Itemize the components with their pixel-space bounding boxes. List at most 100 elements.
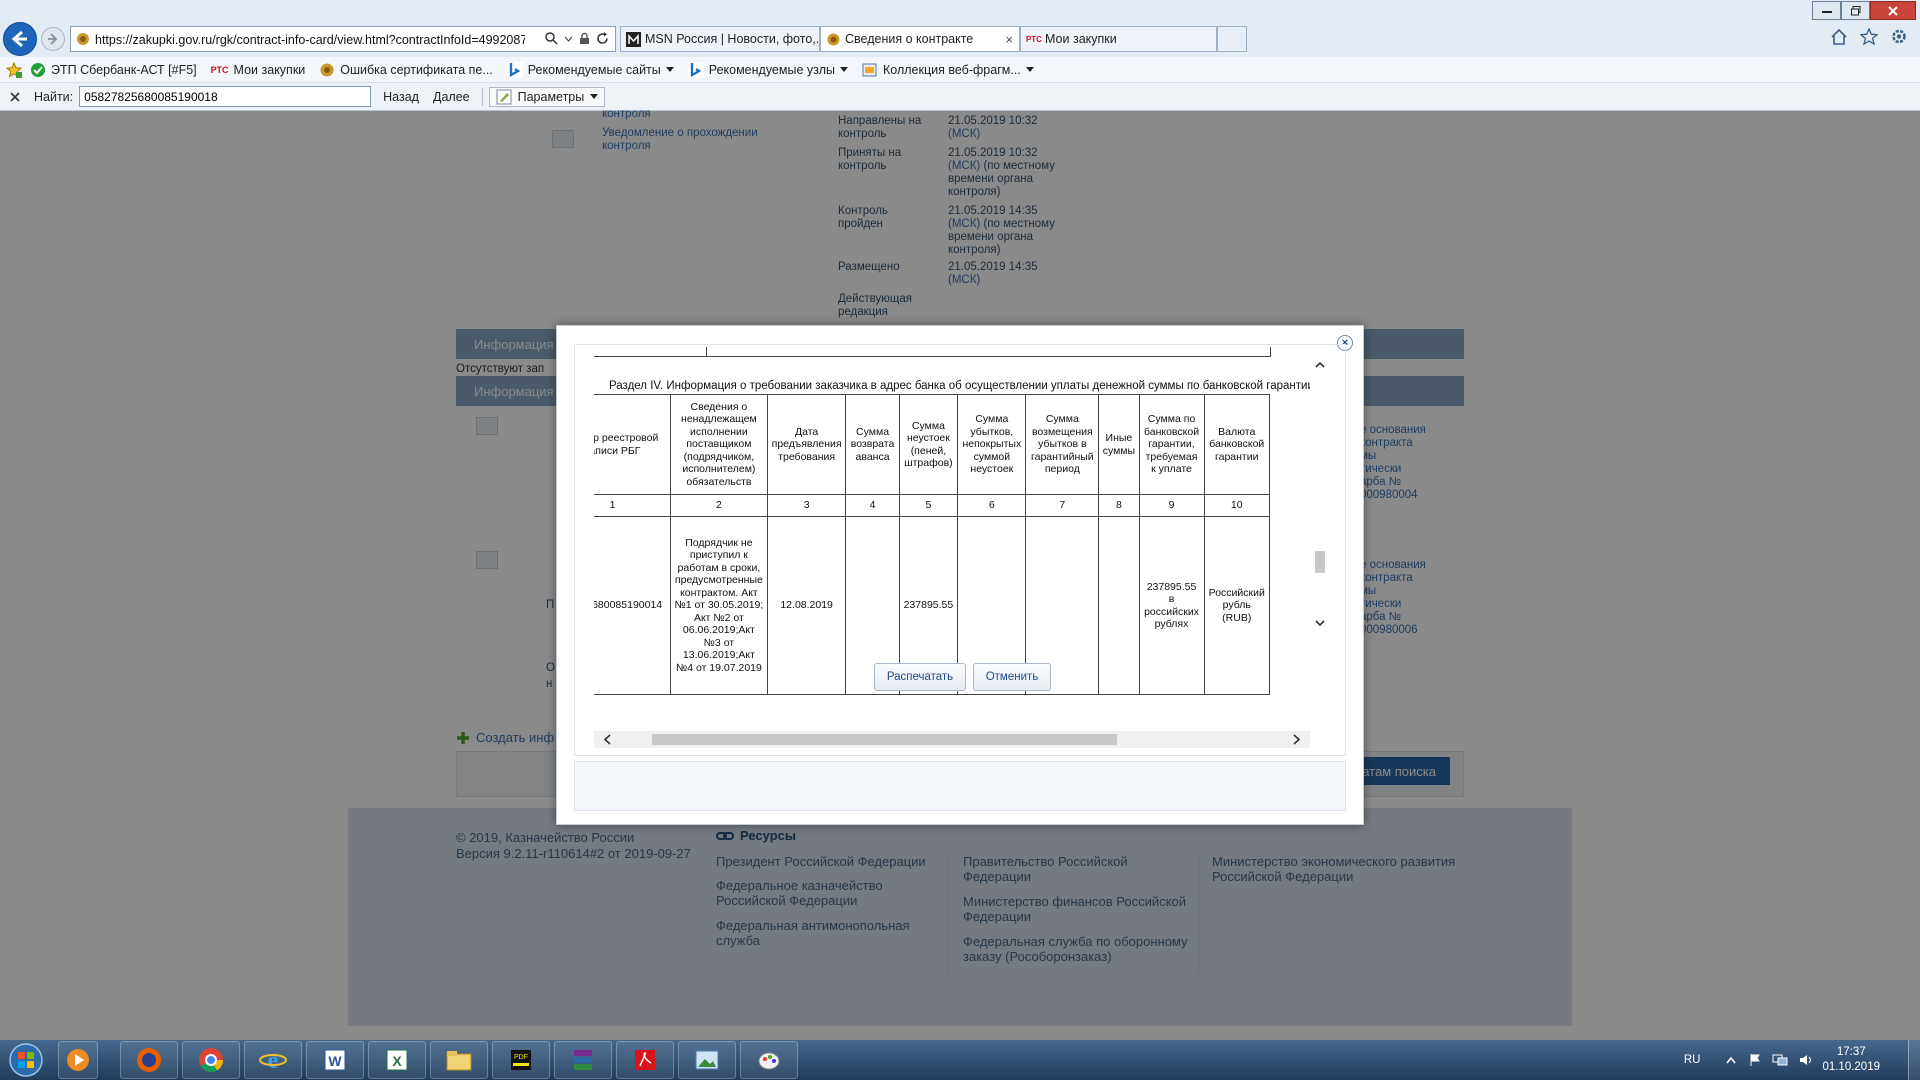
- favorite-suggested-sites[interactable]: Рекомендуемые сайты: [506, 61, 674, 78]
- dialog-scroll-frame: Раздел IV. Информация о требовании заказ…: [574, 344, 1346, 756]
- dropdown-caret-icon[interactable]: [665, 66, 674, 73]
- taskbar-chrome[interactable]: [182, 1041, 240, 1079]
- vertical-scroll-thumb[interactable]: [1315, 551, 1325, 573]
- chrome-icon: [199, 1048, 223, 1073]
- favorite-suggested-nodes[interactable]: Рекомендуемые узлы: [687, 61, 849, 78]
- table-header-row: Номер реестровой записи РБГ Сведения о н…: [594, 394, 1270, 495]
- taskbar-paint[interactable]: [740, 1041, 798, 1079]
- taskbar-acrobat[interactable]: [616, 1041, 674, 1079]
- clock-time: 17:37: [1836, 1046, 1866, 1058]
- minimize-button[interactable]: [1812, 1, 1841, 20]
- favorite-label: Рекомендуемые сайты: [527, 62, 661, 77]
- favorites-bar: ЭТП Сбербанк-АСТ [#F5] РТС Мои закупки О…: [0, 57, 1920, 83]
- favorite-sberbank[interactable]: ЭТП Сбербанк-АСТ [#F5]: [30, 62, 197, 78]
- tab-msn[interactable]: MSN Россия | Новости, фото,...: [620, 26, 820, 52]
- column-number: 5: [898, 494, 959, 517]
- windows-logo-icon: [9, 1043, 43, 1077]
- find-label: Найти:: [34, 89, 74, 104]
- table-cell: 27825680085190014: [594, 516, 672, 695]
- forward-button[interactable]: [41, 27, 65, 51]
- action-center-flag-icon[interactable]: [1748, 1053, 1762, 1067]
- horizontal-scroll-thumb[interactable]: [652, 734, 1117, 745]
- star-icon[interactable]: [1860, 28, 1878, 45]
- column-header: Дата предъявления требования: [766, 394, 847, 495]
- volume-icon[interactable]: [1798, 1053, 1814, 1067]
- svg-text:PDF: PDF: [514, 1054, 528, 1061]
- dropdown-caret-icon[interactable]: [840, 66, 849, 73]
- tab-close-icon[interactable]: ×: [1005, 32, 1013, 47]
- photo-viewer-icon: [695, 1050, 719, 1070]
- taskbar-winrar[interactable]: [554, 1041, 612, 1079]
- webslice-icon: [862, 63, 877, 76]
- print-button[interactable]: Распечатать: [874, 663, 966, 691]
- taskbar-ie[interactable]: e: [244, 1041, 302, 1079]
- vertical-scrollbar[interactable]: [1310, 359, 1330, 630]
- find-options-label: Параметры: [517, 89, 585, 104]
- emblem-icon: [320, 63, 334, 76]
- column-number: 2: [670, 494, 768, 517]
- cancel-button[interactable]: Отменить: [973, 663, 1051, 691]
- column-header: Сумма возмещения убытков в гарантийный п…: [1025, 394, 1100, 495]
- find-next-button[interactable]: Далее: [433, 90, 470, 104]
- restore-icon: [1850, 5, 1860, 15]
- lock-icon[interactable]: [579, 32, 590, 45]
- favorites-star-icon[interactable]: [6, 61, 22, 78]
- address-url[interactable]: https://zakupki.gov.ru/rgk/contract-info…: [95, 33, 525, 47]
- address-bar[interactable]: https://zakupki.gov.ru/rgk/contract-info…: [70, 26, 616, 52]
- excel-icon: X: [386, 1049, 408, 1071]
- dropdown-caret-icon[interactable]: [1025, 66, 1034, 73]
- taskbar-explorer[interactable]: [430, 1041, 488, 1079]
- sberbank-icon: [31, 62, 45, 77]
- favorite-label: Рекомендуемые узлы: [708, 62, 836, 77]
- close-findbar-icon[interactable]: [10, 91, 20, 102]
- guarantee-claim-table: Номер реестровой записи РБГ Сведения о н…: [594, 394, 1270, 695]
- browser-tab-bar: https://zakupki.gov.ru/rgk/contract-info…: [0, 0, 1920, 57]
- gear-icon[interactable]: [1890, 28, 1908, 45]
- scroll-up-icon[interactable]: [1310, 359, 1330, 371]
- show-hidden-icons-icon[interactable]: [1726, 1056, 1737, 1064]
- minimize-icon: [1821, 10, 1832, 13]
- search-icon[interactable]: [545, 32, 558, 45]
- rts-icon: РТС: [1026, 35, 1042, 44]
- system-tray: RU 17:37 01.10.2019: [1684, 1040, 1920, 1080]
- taskbar-photo-viewer[interactable]: [678, 1041, 736, 1079]
- scroll-left-icon[interactable]: [600, 731, 616, 748]
- maximize-button[interactable]: [1841, 1, 1870, 20]
- table-cell: Подрядчик не приступил к работам в сроки…: [670, 516, 768, 695]
- favorite-web-slices[interactable]: Коллекция веб-фрагм...: [862, 62, 1034, 78]
- home-icon[interactable]: [1830, 28, 1848, 45]
- acrobat-icon: [635, 1050, 655, 1070]
- scroll-right-icon[interactable]: [1288, 731, 1304, 748]
- favorite-cert-error[interactable]: Ошибка сертификата пе...: [319, 62, 493, 78]
- show-desktop-button[interactable]: [1908, 1040, 1920, 1080]
- taskbar-media-player[interactable]: [58, 1041, 98, 1079]
- taskbar-excel[interactable]: X: [368, 1041, 426, 1079]
- table-cell: 12.08.2019: [766, 516, 847, 695]
- tab-my-purchases[interactable]: РТС Мои закупки: [1020, 26, 1217, 52]
- column-header: Сумма возврата аванса: [845, 394, 900, 495]
- find-prev-button[interactable]: Назад: [383, 90, 419, 104]
- back-button[interactable]: [3, 22, 37, 56]
- taskbar-firefox[interactable]: [120, 1041, 178, 1079]
- pencil-icon: [496, 89, 512, 104]
- winrar-icon: [574, 1050, 592, 1070]
- new-tab-button[interactable]: [1217, 26, 1247, 52]
- tab-label: Мои закупки: [1045, 32, 1117, 46]
- find-options-button[interactable]: Параметры: [488, 86, 606, 107]
- tab-contract-info[interactable]: Сведения о контракте ×: [820, 26, 1020, 52]
- clock[interactable]: 17:37 01.10.2019: [1822, 1045, 1880, 1075]
- taskbar-word[interactable]: W: [306, 1041, 364, 1079]
- horizontal-scrollbar[interactable]: [594, 731, 1310, 748]
- find-input[interactable]: [79, 86, 372, 107]
- refresh-icon[interactable]: [596, 32, 609, 45]
- language-indicator[interactable]: RU: [1684, 1054, 1701, 1066]
- site-emblem-icon: [77, 33, 89, 45]
- favorite-my-purchases[interactable]: РТС Мои закупки: [211, 63, 306, 77]
- start-button[interactable]: [4, 1042, 52, 1078]
- chevron-down-icon[interactable]: [564, 32, 573, 45]
- scroll-down-icon[interactable]: [1310, 617, 1330, 629]
- network-icon[interactable]: [1772, 1053, 1788, 1067]
- close-window-button[interactable]: [1870, 1, 1916, 20]
- taskbar-pdf-tool[interactable]: PDF: [492, 1041, 550, 1079]
- msn-icon: [626, 32, 641, 47]
